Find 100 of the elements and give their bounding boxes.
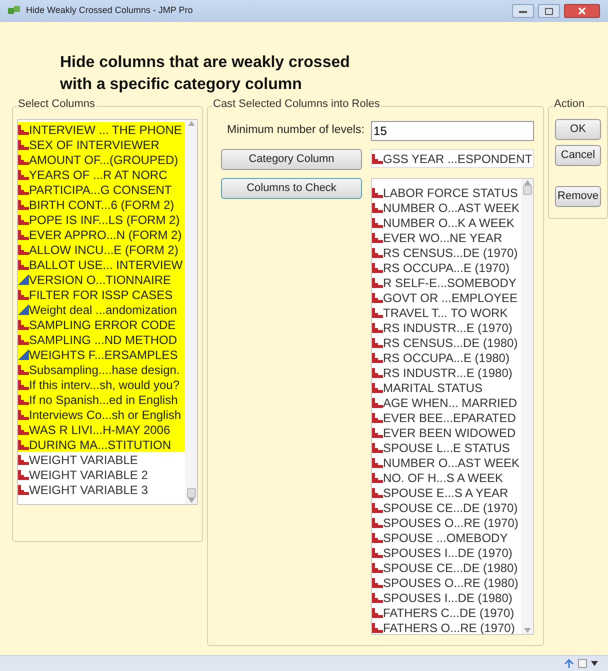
column-list-item[interactable]: SPOUSES O...RE (1980) bbox=[372, 575, 521, 590]
action-button[interactable]: Cancel bbox=[555, 145, 601, 166]
column-list-item[interactable]: EVER APPRO...N (FORM 2) bbox=[18, 227, 185, 242]
action-button[interactable]: Remove bbox=[555, 186, 601, 207]
column-list-item[interactable]: WAS R LIVI...H-MAY 2006 bbox=[18, 422, 185, 437]
column-list-item[interactable]: NUMBER O...K A WEEK bbox=[372, 215, 521, 230]
column-list-item[interactable]: TRAVEL T... TO WORK bbox=[372, 305, 521, 320]
field-label: Minimum number of levels: bbox=[226, 123, 366, 138]
bar-chart-icon bbox=[372, 337, 383, 348]
column-list-item[interactable]: PARTICIPA...G CONSENT bbox=[18, 182, 185, 197]
column-name: AGE WHEN... MARRIED bbox=[383, 396, 518, 408]
column-list-item[interactable]: WEIGHTS F...ERSAMPLES bbox=[18, 347, 185, 362]
column-list-item[interactable]: SPOUSE CE...DE (1970) bbox=[372, 500, 521, 515]
column-list-item[interactable]: WEIGHT VARIABLE 2 bbox=[18, 467, 185, 482]
column-list-item[interactable]: RS CENSUS...DE (1980) bbox=[372, 335, 521, 350]
scroll-thumb[interactable] bbox=[522, 185, 532, 195]
bar-chart-icon bbox=[372, 487, 383, 498]
column-list-item[interactable]: EVER BEE...EPARATED bbox=[372, 410, 521, 425]
column-list-item[interactable]: GOVT OR ...EMPLOYEE bbox=[372, 290, 521, 305]
bar-chart-icon bbox=[372, 442, 383, 453]
column-name: AMOUNT OF...(GROUPED) bbox=[29, 154, 178, 166]
scrollbar[interactable] bbox=[521, 179, 533, 634]
scroll-thumb[interactable] bbox=[186, 488, 196, 498]
column-name: WAS R LIVI...H-MAY 2006 bbox=[29, 424, 170, 436]
column-list-item[interactable]: SPOUSE CE...DE (1980) bbox=[372, 560, 521, 575]
column-name: ALLOW INCU...E (FORM 2) bbox=[29, 244, 178, 256]
close-button[interactable] bbox=[564, 4, 600, 18]
column-list-item[interactable]: RS OCCUPA...E (1980) bbox=[372, 350, 521, 365]
bar-chart-icon bbox=[18, 364, 29, 375]
column-list-item[interactable]: SAMPLING ERROR CODE bbox=[18, 317, 185, 332]
scrollbar[interactable] bbox=[185, 120, 197, 504]
column-list-item[interactable]: RS INDUSTR...E (1970) bbox=[372, 320, 521, 335]
column-list-item[interactable]: BALLOT USE... INTERVIEW bbox=[18, 257, 185, 272]
bar-chart-icon bbox=[372, 397, 383, 408]
bar-chart-icon bbox=[372, 232, 383, 243]
column-name: SPOUSES I...DE (1980) bbox=[383, 592, 512, 604]
column-list-item[interactable]: SPOUSE L...E STATUS bbox=[372, 440, 521, 455]
bar-chart-icon bbox=[372, 187, 383, 198]
column-list[interactable] bbox=[17, 119, 198, 505]
scroll-up-icon[interactable] bbox=[188, 121, 194, 126]
column-list-item[interactable]: Subsampling....hase design. bbox=[18, 362, 185, 377]
column-list-item[interactable]: NUMBER O...AST WEEK bbox=[372, 455, 521, 470]
category-column-button[interactable]: Category Column bbox=[221, 149, 362, 170]
column-list-item[interactable]: FILTER FOR ISSP CASES bbox=[18, 287, 185, 302]
columns-to-check-button[interactable]: Columns to Check bbox=[221, 178, 362, 199]
bar-chart-icon bbox=[18, 169, 29, 180]
bar-chart-icon bbox=[372, 517, 383, 528]
column-list-item[interactable]: MARITAL STATUS bbox=[372, 380, 521, 395]
column-list-item[interactable]: NUMBER O...AST WEEK bbox=[372, 200, 521, 215]
column-list-item[interactable]: DURING MA...STITUTION bbox=[18, 437, 185, 452]
caret-icon[interactable] bbox=[591, 661, 598, 666]
column-list-item[interactable]: AMOUNT OF...(GROUPED) bbox=[18, 152, 185, 167]
column-list-item[interactable]: SAMPLING ...ND METHOD bbox=[18, 332, 185, 347]
column-name: SAMPLING ...ND METHOD bbox=[29, 334, 178, 346]
close-icon bbox=[578, 7, 586, 15]
column-list-item[interactable]: LABOR FORCE STATUS bbox=[372, 185, 521, 200]
column-list-item[interactable]: POPE IS INF...LS (FORM 2) bbox=[18, 212, 185, 227]
levels-input[interactable]: 15 bbox=[370, 121, 534, 141]
column-list-item[interactable]: SPOUSES I...DE (1980) bbox=[372, 590, 521, 605]
bar-chart-icon bbox=[18, 214, 29, 225]
column-list-item[interactable]: YEARS OF ...R AT NORC bbox=[18, 167, 185, 182]
bar-chart-icon bbox=[18, 394, 29, 405]
dialog-heading: with a specific category column bbox=[60, 75, 303, 95]
column-list-item[interactable]: SPOUSES I...DE (1970) bbox=[372, 545, 521, 560]
column-list-item[interactable]: SPOUSES O...RE (1970) bbox=[372, 515, 521, 530]
bar-chart-icon bbox=[372, 427, 383, 438]
column-list-item[interactable]: If this interv...sh, would you? bbox=[18, 377, 185, 392]
column-name: Interviews Co...sh or English bbox=[29, 408, 182, 420]
column-list-item[interactable]: VERSION O...TIONNAIRE bbox=[18, 272, 185, 287]
column-list-item[interactable]: R SELF-E...SOMEBODY bbox=[372, 275, 521, 290]
column-list-item[interactable]: SPOUSE ...OMEBODY bbox=[372, 530, 521, 545]
minimize-button[interactable] bbox=[512, 4, 534, 18]
column-list-item[interactable]: FATHERS O...RE (1970) bbox=[372, 620, 521, 634]
maximize-button[interactable] bbox=[538, 4, 560, 18]
check-columns-list[interactable] bbox=[371, 178, 534, 635]
column-list-item[interactable]: INTERVIEW ... THE PHONE bbox=[18, 122, 185, 137]
column-list-item[interactable]: Weight deal ...andomization bbox=[18, 302, 185, 317]
column-list-item[interactable]: NO. OF H...S A WEEK bbox=[372, 470, 521, 485]
column-list-item[interactable]: AGE WHEN... MARRIED bbox=[372, 395, 521, 410]
column-list-item[interactable]: Interviews Co...sh or English bbox=[18, 407, 185, 422]
scroll-down-icon[interactable] bbox=[524, 628, 530, 633]
column-list-item[interactable]: WEIGHT VARIABLE 3 bbox=[18, 482, 185, 497]
column-list-item[interactable]: EVER BEEN WIDOWED bbox=[372, 425, 521, 440]
square-icon[interactable] bbox=[578, 659, 587, 668]
column-list-item[interactable]: RS INDUSTR...E (1980) bbox=[372, 365, 521, 380]
bar-chart-icon bbox=[18, 454, 29, 465]
column-list-item[interactable]: RS CENSUS...DE (1970) bbox=[372, 245, 521, 260]
column-list-item[interactable]: BIRTH CONT...6 (FORM 2) bbox=[18, 197, 185, 212]
arrow-up-icon[interactable] bbox=[564, 659, 574, 668]
column-list-item[interactable]: If no Spanish...ed in English bbox=[18, 392, 185, 407]
column-list-item[interactable]: SPOUSE E...S A YEAR bbox=[372, 485, 521, 500]
column-list-item[interactable]: WEIGHT VARIABLE bbox=[18, 452, 185, 467]
column-list-item[interactable]: FATHERS C...DE (1970) bbox=[372, 605, 521, 620]
action-button[interactable]: OK bbox=[555, 119, 601, 140]
column-list-item[interactable]: ALLOW INCU...E (FORM 2) bbox=[18, 242, 185, 257]
column-list-item[interactable]: EVER WO...NE YEAR bbox=[372, 230, 521, 245]
triangle-icon bbox=[18, 349, 29, 360]
column-list-item[interactable]: SEX OF INTERVIEWER bbox=[18, 137, 185, 152]
column-list-item[interactable]: RS OCCUPA...E (1970) bbox=[372, 260, 521, 275]
bar-chart-icon bbox=[372, 247, 383, 258]
